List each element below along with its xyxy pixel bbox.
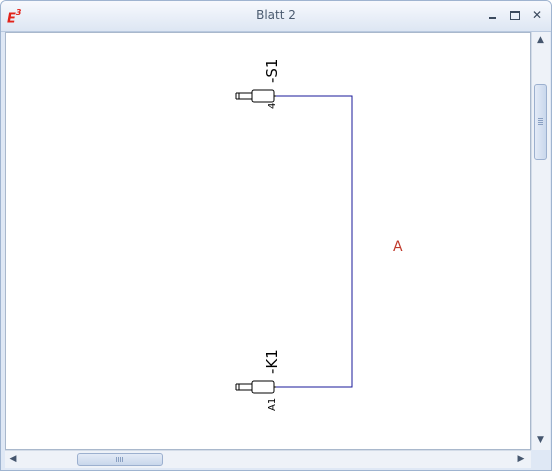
grip-icon: [116, 457, 124, 462]
scroll-up-icon[interactable]: ▲: [532, 32, 549, 48]
connector-k1[interactable]: [235, 380, 276, 394]
grip-icon: [538, 118, 543, 126]
minimize-icon[interactable]: [485, 8, 499, 22]
wire[interactable]: [276, 95, 353, 388]
vertical-scrollbar[interactable]: ▲ ▼: [531, 32, 550, 450]
horizontal-scroll-thumb[interactable]: [77, 453, 163, 466]
pin-label-k1: A1: [267, 398, 278, 411]
component-name-k1[interactable]: -K1: [263, 349, 281, 374]
scrollbar-corner: [531, 450, 549, 467]
close-icon[interactable]: ✕: [530, 8, 544, 22]
schematic-drawing[interactable]: -S1 4 -K1 A1 A: [6, 33, 530, 449]
drawing-window: E3 Blatt 2 ✕ -S1 4 -K1 A1 A ▲ ▼ ◀ ▶: [0, 0, 552, 471]
pin-label-s1: 4: [267, 103, 278, 109]
connector-s1[interactable]: [235, 89, 276, 103]
vertical-scroll-thumb[interactable]: [534, 84, 547, 160]
scroll-right-icon[interactable]: ▶: [513, 451, 529, 467]
maximize-icon[interactable]: [508, 8, 522, 22]
title-bar[interactable]: E3 Blatt 2 ✕: [1, 1, 551, 32]
wire-label[interactable]: A: [393, 239, 403, 255]
window-title: Blatt 2: [256, 8, 296, 22]
schematic-canvas[interactable]: -S1 4 -K1 A1 A: [5, 32, 531, 450]
component-name-s1[interactable]: -S1: [263, 59, 281, 83]
horizontal-scrollbar[interactable]: ◀ ▶: [5, 450, 531, 468]
scroll-down-icon[interactable]: ▼: [532, 432, 549, 448]
scroll-left-icon[interactable]: ◀: [5, 451, 21, 467]
